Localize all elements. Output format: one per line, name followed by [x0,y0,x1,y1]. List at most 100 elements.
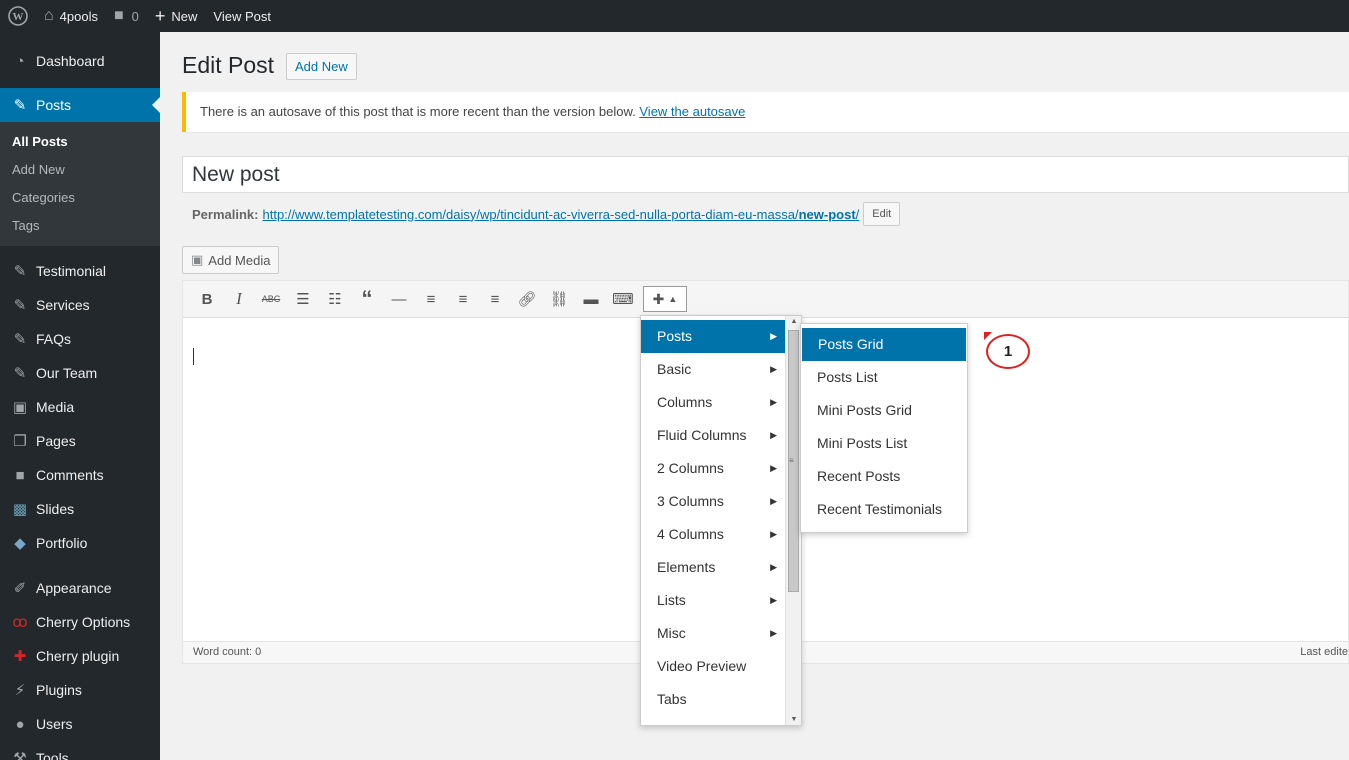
blockquote-button[interactable]: “ [351,284,383,314]
shortcode-menu-item[interactable]: Basic ▶ [641,353,785,386]
shortcode-menu-item-label: Basic [657,361,692,377]
wordpress-logo-icon[interactable]: W [0,0,36,32]
italic-button[interactable]: I [223,284,255,314]
add-media-button[interactable]: ▣ Add Media [182,246,280,274]
sidebar-item-posts[interactable]: ✎ Posts [0,88,160,122]
posts-submenu: All Posts Add New Categories Tags [0,122,160,246]
submenu-arrow-icon: ▶ [770,595,777,605]
shortcode-menu-item-label: 3 Columns [657,493,724,509]
sidebar-item-faqs[interactable]: ✎ FAQs [0,322,160,356]
text-cursor [193,348,194,365]
read-more-icon: ▬ [583,290,599,308]
new-content-link[interactable]: + New [147,0,206,32]
read-more-button[interactable]: ▬ [575,284,607,314]
last-edited-text: Last edite [1300,646,1348,658]
posts-submenu-item[interactable]: Mini Posts Grid [801,394,967,427]
sidebar-item-dashboard[interactable]: ◔ Dashboard [0,44,160,78]
shortcode-menu-item-label: Tabs [657,691,687,707]
toolbar-toggle-button[interactable]: ⌨ [607,284,639,314]
pin-icon: ✎ [13,97,27,114]
sidebar-item-cherry-plugin[interactable]: ✚ Cherry plugin [0,639,160,673]
align-center-icon: ≡ [458,290,468,308]
numbered-list-icon: ☷ [328,291,342,308]
sidebar-item-users[interactable]: ● Users [0,707,160,741]
align-right-button[interactable]: ≡ [479,284,511,314]
shortcode-menu-item-label: Misc [657,625,686,641]
shortcode-menu-item[interactable]: Columns ▶ [641,386,785,419]
sidebar-item-appearance[interactable]: ✐ Appearance [0,571,160,605]
posts-submenu-item[interactable]: Recent Posts [801,460,967,493]
shortcode-menu-item[interactable]: Elements ▶ [641,551,785,584]
dashboard-icon: ◔ [15,52,25,70]
shortcode-menu-item[interactable]: Lists ▶ [641,584,785,617]
unlink-button[interactable]: ⛓ [543,284,575,314]
sidebar-item-media[interactable]: ▣ Media [0,390,160,424]
submenu-arrow-icon: ▶ [770,463,777,473]
comments-link[interactable]: ■ 0 [106,0,147,32]
sidebar-item-our-team[interactable]: ✎ Our Team [0,356,160,390]
sidebar-item-portfolio[interactable]: ◆ Portfolio [0,526,160,560]
submenu-arrow-icon: ▶ [770,562,777,572]
posts-submenu-item[interactable]: Recent Testimonials [801,493,967,526]
sidebar-item-services[interactable]: ✎ Services [0,288,160,322]
sidebar-item-cherry-options[interactable]: ꝏ Cherry Options [0,605,160,639]
sidebar-item-plugins[interactable]: ⚡ Plugins [0,673,160,707]
horizontal-line-button[interactable]: — [383,284,415,314]
sidebar-item-pages[interactable]: ❐ Pages [0,424,160,458]
submenu-add-new[interactable]: Add New [0,156,160,184]
strikethrough-button[interactable]: ABC [255,284,287,314]
shortcode-menu-item[interactable]: 3 Columns ▶ [641,485,785,518]
bold-button[interactable]: B [191,284,223,314]
puzzle-icon: ✚ [652,290,665,307]
dropdown-scrollbar[interactable]: ▲ ≡ ▼ [785,316,801,725]
link-icon: 🔗︎ [517,291,537,308]
shortcode-menu-item-label: 2 Columns [657,460,724,476]
permalink-row: Permalink: http://www.templatetesting.co… [192,202,901,226]
posts-submenu-item[interactable]: Posts Grid [802,328,966,361]
shortcode-dropdown-menu: Posts ▶ Basic ▶ Columns ▶ Fluid Columns ▶ 2 Colu… [640,315,802,726]
sidebar-item-testimonial[interactable]: ✎ Testimonial [0,254,160,288]
site-name-link[interactable]: ⌂ 4pools [36,0,106,32]
submenu-arrow-icon: ▶ [770,430,777,440]
permalink-slug: new-post [798,206,856,222]
scroll-down-icon[interactable]: ▼ [786,716,802,723]
shortcode-menu-item[interactable]: Tabs [641,683,785,716]
shortcode-menu-item[interactable]: 4 Columns ▶ [641,518,785,551]
submenu-categories[interactable]: Categories [0,184,160,212]
align-left-button[interactable]: ≡ [415,284,447,314]
submenu-arrow-icon: ▶ [770,331,777,341]
shortcode-menu-item[interactable]: Fluid Columns ▶ [641,419,785,452]
insert-link-button[interactable]: 🔗︎ [511,284,543,314]
sidebar-item-tools[interactable]: ⚒ Tools [0,741,160,760]
shortcodes-dropdown-button[interactable]: ✚ ▲ [643,286,687,312]
add-new-button[interactable]: Add New [286,53,357,80]
numbered-list-button[interactable]: ☷ [319,284,351,314]
shortcode-menu-item[interactable]: Misc ▶ [641,617,785,650]
plugins-icon: ⚡ [14,682,26,699]
permalink-label: Permalink: [192,206,259,222]
puzzle-icon: ✚ [13,648,27,665]
submenu-tags[interactable]: Tags [0,212,160,240]
sidebar-item-slides[interactable]: ▩ Slides [0,492,160,526]
view-autosave-link[interactable]: View the autosave [639,104,745,119]
editor-toolbar: B I ABC ☰ ☷ “ — ≡ ≡ ≡ 🔗︎ ⛓ ▬ ⌨ ✚ ▲ [183,281,1348,318]
comment-bubble-icon: ■ [113,7,124,24]
shortcode-menu-item[interactable]: 2 Columns ▶ [641,452,785,485]
post-title-input[interactable]: New post [182,156,1349,193]
word-count: Word count: 0 [193,646,262,658]
appearance-icon: ✐ [13,580,27,597]
view-post-link[interactable]: View Post [205,0,279,32]
shortcode-menu-item[interactable]: Video Preview [641,650,785,683]
admin-sidebar: ◔ Dashboard ✎ Posts All Posts Add New Cate… [0,32,160,760]
posts-submenu-item[interactable]: Posts List [801,361,967,394]
permalink-link[interactable]: http://www.templatetesting.com/daisy/wp/… [262,207,859,222]
shortcode-menu-item[interactable]: Posts ▶ [641,320,785,353]
sidebar-item-comments[interactable]: ■ Comments [0,458,160,492]
scroll-grip-icon: ≡ [789,456,794,465]
submenu-all-posts[interactable]: All Posts [0,128,160,156]
bullet-list-button[interactable]: ☰ [287,284,319,314]
posts-submenu-item[interactable]: Mini Posts List [801,427,967,460]
align-center-button[interactable]: ≡ [447,284,479,314]
edit-permalink-button[interactable]: Edit [863,202,901,226]
pin-icon: ✎ [13,365,27,382]
